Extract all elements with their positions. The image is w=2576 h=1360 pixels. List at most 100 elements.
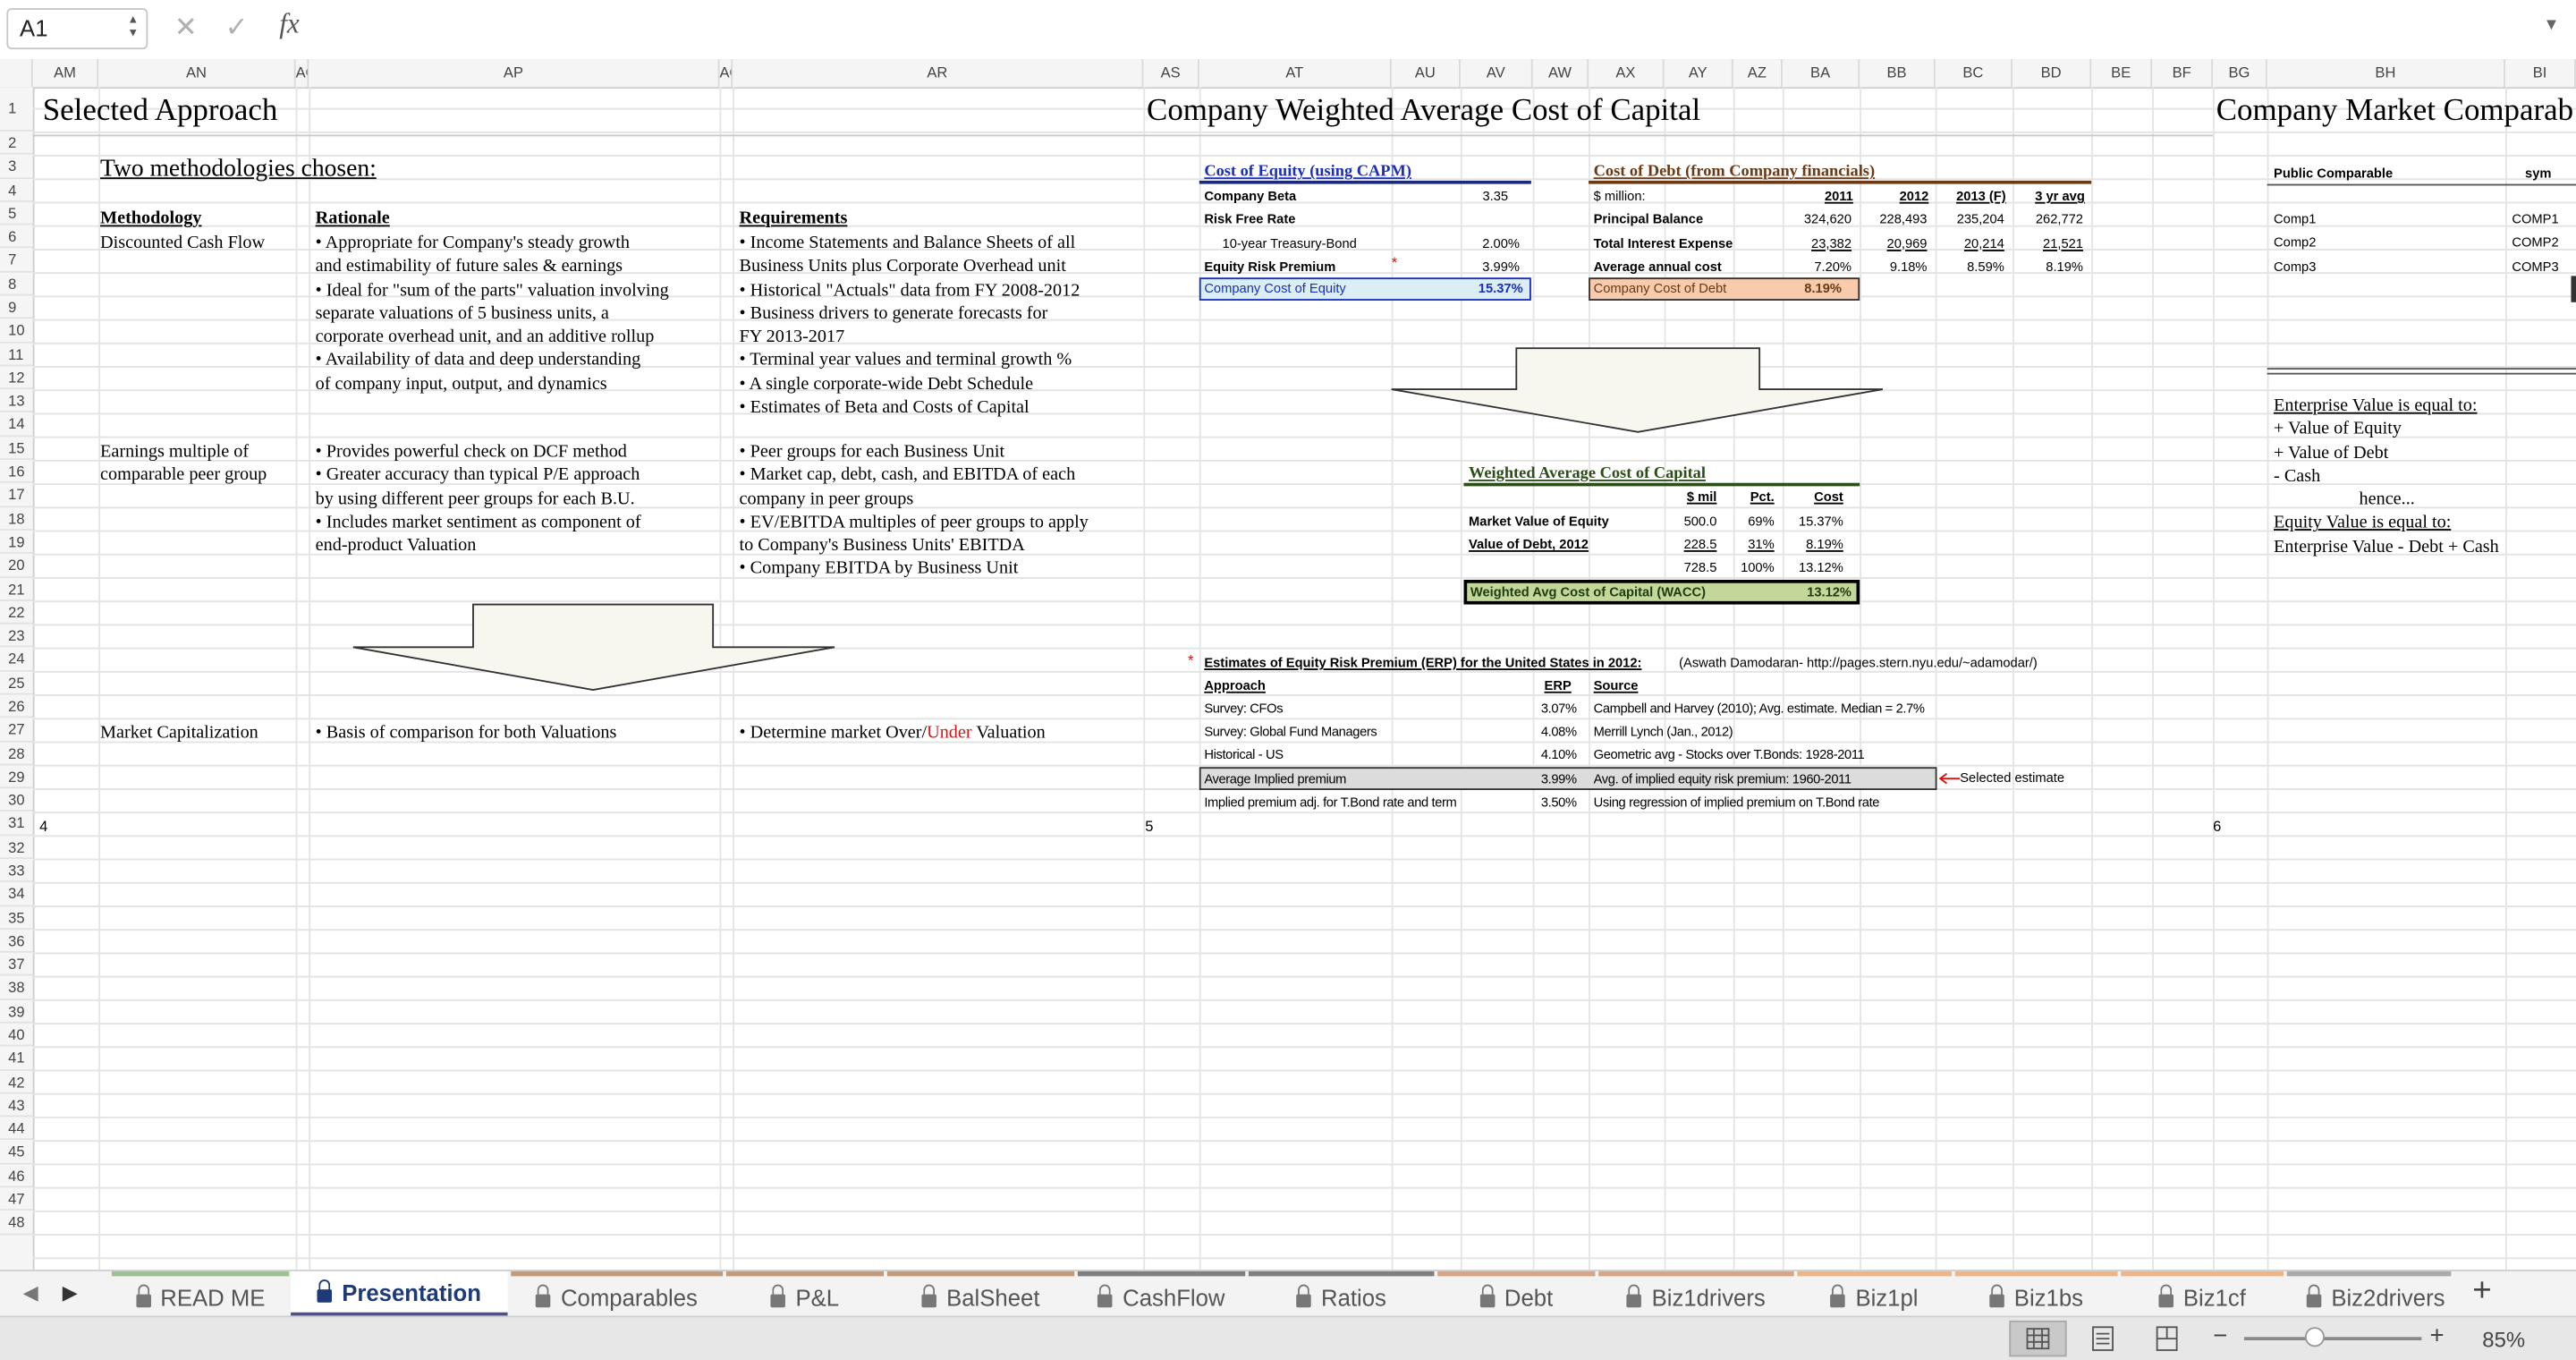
- row-header[interactable]: 48: [0, 1211, 33, 1235]
- column-header[interactable]: BD: [2012, 59, 2092, 88]
- row-header[interactable]: 23: [0, 625, 33, 648]
- select-all-corner[interactable]: [0, 59, 33, 88]
- row-header[interactable]: 7: [0, 249, 33, 273]
- row-header[interactable]: 6: [0, 225, 33, 250]
- row-header[interactable]: 11: [0, 343, 33, 367]
- name-box[interactable]: A1 ▲ ▼: [6, 8, 148, 50]
- sheet-tab-read-me[interactable]: READ ME: [111, 1271, 290, 1317]
- sheet-tab-cashflow[interactable]: CashFlow: [1077, 1271, 1246, 1317]
- sheet-tab-biz1bs[interactable]: Biz1bs: [1954, 1271, 2118, 1317]
- column-header[interactable]: BB: [1860, 59, 1936, 88]
- row-header[interactable]: 35: [0, 906, 33, 930]
- sheet-tab-balsheet[interactable]: BalSheet: [886, 1271, 1075, 1317]
- row-header[interactable]: 26: [0, 694, 33, 718]
- row-header[interactable]: 36: [0, 930, 33, 953]
- row-header[interactable]: 25: [0, 671, 33, 695]
- row-header[interactable]: 30: [0, 788, 33, 812]
- row-header[interactable]: 44: [0, 1118, 33, 1141]
- row-header[interactable]: 1: [0, 87, 33, 132]
- row-header[interactable]: 14: [0, 413, 33, 437]
- row-header[interactable]: 12: [0, 366, 33, 390]
- row-header[interactable]: 16: [0, 460, 33, 484]
- column-header[interactable]: AQ: [719, 59, 733, 88]
- column-header[interactable]: BF: [2152, 59, 2214, 88]
- row-header[interactable]: 41: [0, 1047, 33, 1071]
- column-header[interactable]: AT: [1199, 59, 1392, 88]
- page-layout-view-icon[interactable]: [2089, 1325, 2115, 1360]
- column-header[interactable]: BH: [2267, 59, 2506, 88]
- column-header[interactable]: BG: [2213, 59, 2267, 88]
- column-header[interactable]: AP: [309, 59, 720, 88]
- zoom-slider-thumb[interactable]: [2304, 1327, 2325, 1347]
- column-header[interactable]: AO: [296, 59, 309, 88]
- row-header[interactable]: 32: [0, 836, 33, 860]
- sheet-tab-debt[interactable]: Debt: [1437, 1271, 1596, 1317]
- row-header[interactable]: 10: [0, 319, 33, 343]
- zoom-slider[interactable]: [2243, 1337, 2422, 1340]
- column-header[interactable]: AY: [1665, 59, 1733, 88]
- column-header[interactable]: AN: [98, 59, 296, 88]
- column-header[interactable]: AZ: [1733, 59, 1783, 88]
- sheet-tab-presentation[interactable]: Presentation: [291, 1271, 508, 1318]
- row-header[interactable]: 4: [0, 178, 33, 202]
- row-header[interactable]: 31: [0, 812, 33, 836]
- row-header[interactable]: 27: [0, 718, 33, 742]
- column-header[interactable]: AX: [1589, 59, 1665, 88]
- chevron-down-icon[interactable]: ▼: [2543, 16, 2559, 34]
- row-header[interactable]: 40: [0, 1024, 33, 1047]
- scroll-tabs-left-icon[interactable]: ◀: [23, 1281, 38, 1305]
- row-header[interactable]: 13: [0, 389, 33, 413]
- column-header[interactable]: AS: [1143, 59, 1199, 88]
- row-header[interactable]: 8: [0, 272, 33, 296]
- column-header[interactable]: BI: [2505, 59, 2576, 88]
- column-header[interactable]: BC: [1936, 59, 2012, 88]
- sheet-tab-ratios[interactable]: Ratios: [1248, 1271, 1435, 1317]
- sheet-tab-biz2drivers[interactable]: Biz2drivers: [2286, 1271, 2452, 1317]
- row-header[interactable]: 2: [0, 132, 33, 156]
- column-header[interactable]: AU: [1392, 59, 1461, 88]
- column-header[interactable]: AM: [33, 59, 99, 88]
- row-header[interactable]: 33: [0, 859, 33, 883]
- sheet-tab-biz1drivers[interactable]: Biz1drivers: [1598, 1271, 1794, 1317]
- sheet-tab-comparables[interactable]: Comparables: [511, 1271, 724, 1317]
- column-header[interactable]: BE: [2091, 59, 2153, 88]
- row-header[interactable]: 20: [0, 554, 33, 578]
- row-header[interactable]: 28: [0, 742, 33, 766]
- zoom-in-icon[interactable]: +: [2430, 1322, 2445, 1350]
- column-header[interactable]: AR: [733, 59, 1144, 88]
- function-icon[interactable]: fx: [279, 8, 300, 41]
- row-header[interactable]: 19: [0, 531, 33, 555]
- scroll-tabs-right-icon[interactable]: ▶: [63, 1281, 78, 1305]
- row-header[interactable]: 45: [0, 1141, 33, 1165]
- row-header[interactable]: 22: [0, 601, 33, 625]
- cancel-icon[interactable]: ✕: [174, 12, 198, 45]
- column-header[interactable]: BA: [1783, 59, 1860, 88]
- row-header[interactable]: 29: [0, 765, 33, 789]
- name-box-stepper-icon[interactable]: ▲ ▼: [126, 15, 140, 43]
- column-header[interactable]: AV: [1461, 59, 1533, 88]
- row-header[interactable]: 9: [0, 295, 33, 319]
- row-header[interactable]: 34: [0, 882, 33, 906]
- sheet-tab-biz1cf[interactable]: Biz1cf: [2121, 1271, 2284, 1317]
- row-header[interactable]: 15: [0, 437, 33, 461]
- row-header[interactable]: 18: [0, 507, 33, 531]
- row-header[interactable]: 5: [0, 202, 33, 225]
- zoom-out-icon[interactable]: −: [2213, 1322, 2227, 1350]
- row-header[interactable]: 17: [0, 483, 33, 507]
- column-header[interactable]: AW: [1533, 59, 1589, 88]
- add-sheet-icon[interactable]: +: [2472, 1273, 2491, 1311]
- row-header[interactable]: 43: [0, 1093, 33, 1118]
- row-header[interactable]: 21: [0, 577, 33, 601]
- row-header[interactable]: 37: [0, 953, 33, 977]
- row-header[interactable]: 3: [0, 155, 33, 179]
- sheet-tab-biz1pl[interactable]: Biz1pl: [1797, 1271, 1953, 1317]
- confirm-icon[interactable]: ✓: [225, 12, 249, 45]
- row-header[interactable]: 46: [0, 1164, 33, 1188]
- formula-input[interactable]: [328, 8, 2529, 49]
- sheet-tab-p-l[interactable]: P&L: [725, 1271, 885, 1317]
- normal-view-icon[interactable]: [2009, 1320, 2067, 1357]
- page-break-view-icon[interactable]: [2154, 1325, 2180, 1360]
- row-header[interactable]: 42: [0, 1070, 33, 1094]
- row-header[interactable]: 39: [0, 999, 33, 1024]
- row-header[interactable]: 24: [0, 648, 33, 672]
